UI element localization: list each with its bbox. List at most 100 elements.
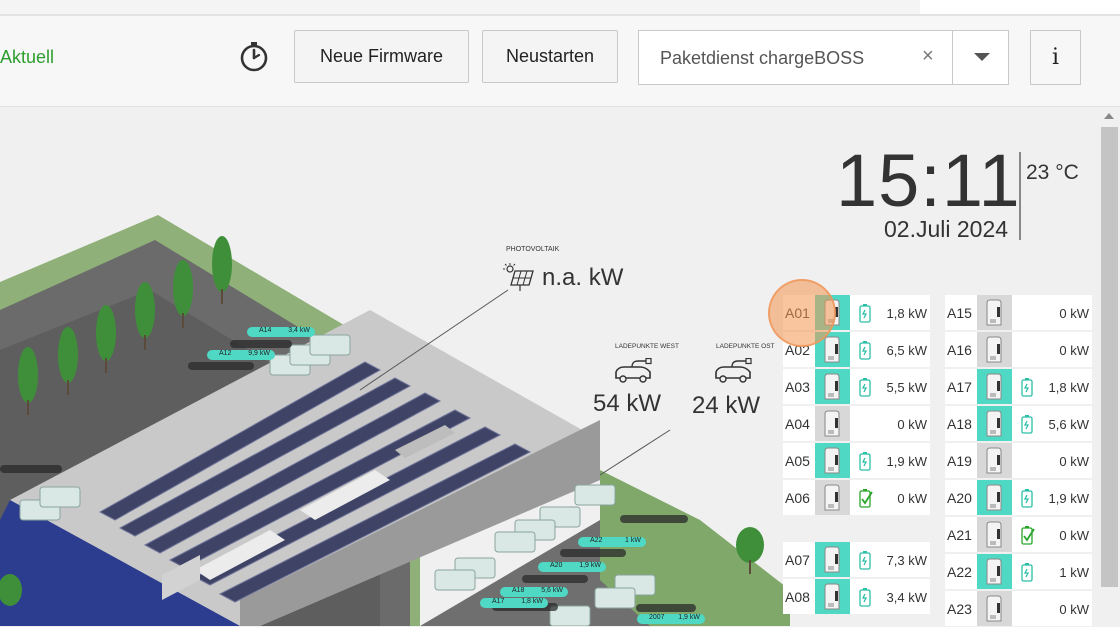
timer-icon[interactable] — [238, 41, 270, 73]
clock-time: 15:11 — [836, 139, 1021, 222]
charger-code: A05 — [785, 453, 810, 469]
scrollbar-thumb[interactable] — [1101, 127, 1118, 587]
map-label: A14 3,4 kW — [247, 327, 315, 337]
charger-code: A21 — [947, 527, 972, 543]
charger-row-a04[interactable]: A04 0 kW — [783, 406, 930, 441]
charger-code: A16 — [947, 342, 972, 358]
battery-icon — [859, 340, 873, 360]
charger-power: 1,9 kW — [1048, 491, 1089, 506]
charger-plug-icon — [985, 558, 1003, 585]
battery-icon — [859, 587, 873, 607]
battery-icon — [1021, 451, 1035, 471]
charger-code: A08 — [785, 589, 810, 605]
charger-plug-icon — [823, 373, 841, 400]
charger-power: 0 kW — [897, 491, 927, 506]
charger-row-a19[interactable]: A19 0 kW — [945, 443, 1092, 478]
charger-power: 0 kW — [1059, 454, 1089, 469]
cursor-indicator — [768, 279, 836, 347]
depot-illustration — [0, 215, 790, 626]
charger-plug-icon — [823, 546, 841, 573]
battery-icon — [859, 303, 873, 323]
ladepunkte-west-caption: LADEPUNKTE WEST — [615, 343, 679, 350]
charger-code: A17 — [947, 379, 972, 395]
charger-code: A15 — [947, 305, 972, 321]
charger-power: 7,3 kW — [886, 553, 927, 568]
charger-row-a18[interactable]: A18 5,6 kW — [945, 406, 1092, 441]
charger-row-a23[interactable]: A23 0 kW — [945, 591, 1092, 626]
charger-row-a21[interactable]: A21 0 kW — [945, 517, 1092, 552]
map-label: A22 1 kW — [578, 537, 646, 547]
charger-power: 1,8 kW — [1048, 380, 1089, 395]
charger-plug-icon — [823, 336, 841, 363]
charger-row-a17[interactable]: A17 1,8 kW — [945, 369, 1092, 404]
battery-icon — [1021, 562, 1035, 582]
charger-row-a20[interactable]: A20 1,9 kW — [945, 480, 1092, 515]
charger-row-a08[interactable]: A08 3,4 kW — [783, 579, 930, 614]
car-plug-icon — [615, 358, 652, 383]
select-divider — [952, 31, 953, 84]
charger-power: 0 kW — [1059, 528, 1089, 543]
charger-plug-icon — [823, 447, 841, 474]
photovoltaic-caption: PHOTOVOLTAIK — [506, 246, 560, 253]
charger-code: A22 — [947, 564, 972, 580]
charger-plug-icon — [985, 521, 1003, 548]
map-label: A17 1,8 kW — [480, 598, 548, 608]
temperature: 23 °C — [1026, 161, 1079, 184]
battery-icon — [859, 377, 873, 397]
charger-power: 6,5 kW — [886, 343, 927, 358]
battery-icon — [859, 414, 873, 434]
charger-code: A18 — [947, 416, 972, 432]
charger-power: 0 kW — [1059, 306, 1089, 321]
charger-plug-icon — [823, 583, 841, 610]
status-label: Aktuell — [0, 47, 55, 67]
charger-power: 1,9 kW — [886, 454, 927, 469]
photovoltaic-value: n.a. kW — [542, 264, 624, 291]
scrollbar[interactable] — [1099, 107, 1120, 626]
battery-icon — [1021, 414, 1035, 434]
charger-code: A07 — [785, 552, 810, 568]
map-label: 2007 1,9 kW — [637, 614, 705, 624]
charger-power: 5,6 kW — [1048, 417, 1089, 432]
clock-divider — [1019, 152, 1021, 240]
new-firmware-button[interactable]: Neue Firmware — [294, 30, 469, 83]
battery-icon — [1021, 599, 1035, 619]
charger-code: A20 — [947, 490, 972, 506]
info-button[interactable]: i — [1030, 30, 1081, 85]
clock-date: 02.Juli 2024 — [884, 216, 1009, 242]
charger-row-a16[interactable]: A16 0 kW — [945, 332, 1092, 367]
site-select[interactable]: Paketdienst chargeBOSS × — [638, 30, 1009, 85]
battery-icon — [859, 451, 873, 471]
clear-icon[interactable]: × — [922, 45, 934, 68]
charger-code: A03 — [785, 379, 810, 395]
charger-plug-icon — [985, 447, 1003, 474]
car-plug-icon — [715, 358, 752, 383]
charger-row-a03[interactable]: A03 5,5 kW — [783, 369, 930, 404]
charger-row-a15[interactable]: A15 0 kW — [945, 295, 1092, 330]
charger-code: A06 — [785, 490, 810, 506]
battery-icon — [1021, 377, 1035, 397]
charger-plug-icon — [985, 410, 1003, 437]
site-select-value: Paketdienst chargeBOSS — [660, 48, 865, 68]
charger-power: 0 kW — [1059, 602, 1089, 617]
charger-power: 3,4 kW — [886, 590, 927, 605]
charger-power: 0 kW — [897, 417, 927, 432]
scroll-up-icon[interactable] — [1104, 113, 1114, 119]
top-strip — [0, 0, 1120, 16]
map-label: A18 5,6 kW — [500, 587, 568, 597]
charger-row-a06[interactable]: A06 0 kW — [783, 480, 930, 515]
battery-icon — [859, 550, 873, 570]
ladepunkte-ost-value: 24 kW — [692, 392, 761, 419]
charger-row-a05[interactable]: A05 1,9 kW — [783, 443, 930, 478]
charger-row-a07[interactable]: A07 7,3 kW — [783, 542, 930, 577]
map-label: A20 1,9 kW — [538, 562, 606, 572]
chevron-down-icon[interactable] — [974, 53, 990, 61]
charger-power: 1,8 kW — [886, 306, 927, 321]
restart-button[interactable]: Neustarten — [482, 30, 618, 83]
charger-plug-icon — [985, 595, 1003, 622]
charger-row-a22[interactable]: A22 1 kW — [945, 554, 1092, 589]
battery-icon — [1021, 340, 1035, 360]
ladepunkte-west-value: 54 kW — [593, 390, 662, 417]
charger-code: A19 — [947, 453, 972, 469]
charger-power: 0 kW — [1059, 343, 1089, 358]
battery-icon — [1021, 525, 1035, 545]
